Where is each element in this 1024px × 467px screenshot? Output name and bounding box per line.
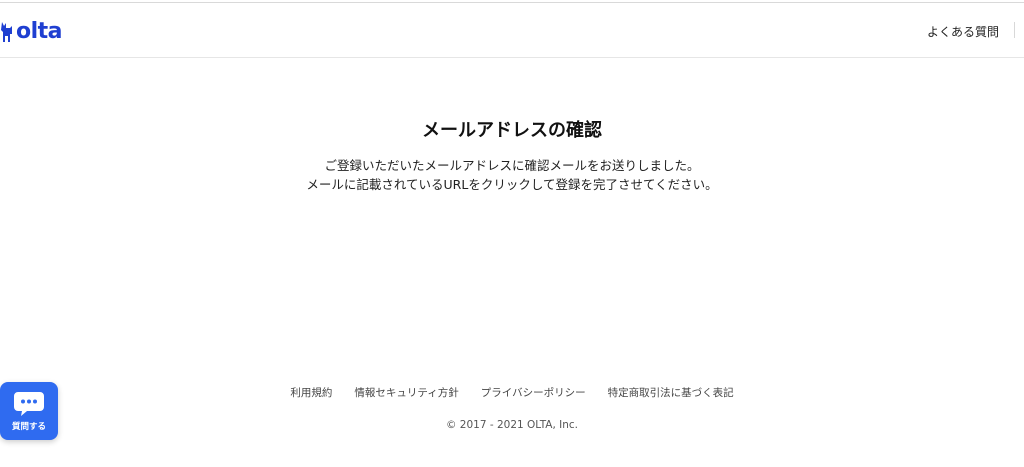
page-title: メールアドレスの確認 [422,120,602,141]
faq-link[interactable]: よくある質問 [927,23,999,40]
chat-button-label: 質問する [11,422,46,432]
footer-nav: 利用規約 情報セキュリティ方針 プライバシーポリシー 特定商取引法に基づく表記 [0,385,1024,400]
footer-link-security-policy[interactable]: 情報セキュリティ方針 [354,385,458,400]
page: olta よくある質問 メールアドレスの確認 ご登録いただいたメールアドレスに確… [0,0,1024,467]
site-header: olta よくある質問 [0,3,1024,58]
chat-bubble-icon [14,392,44,416]
olta-logo[interactable]: olta [0,18,63,46]
footer-link-privacy-policy[interactable]: プライバシーポリシー [481,385,586,400]
copyright: © 2017 - 2021 OLTA, Inc. [445,419,579,431]
description-line-1: ご登録いただいたメールアドレスに確認メールをお送りしました。 [324,158,700,173]
chat-button[interactable]: 質問する [0,382,58,440]
deer-logo-icon [1,22,12,42]
logo-text: olta [16,19,63,44]
footer-link-terms[interactable]: 利用規約 [290,385,332,400]
footer-link-commercial-law[interactable]: 特定商取引法に基づく表記 [608,385,734,400]
header-divider [1014,22,1015,38]
description-line-2: メールに記載されているURLをクリックして登録を完了させてください。 [306,177,718,192]
